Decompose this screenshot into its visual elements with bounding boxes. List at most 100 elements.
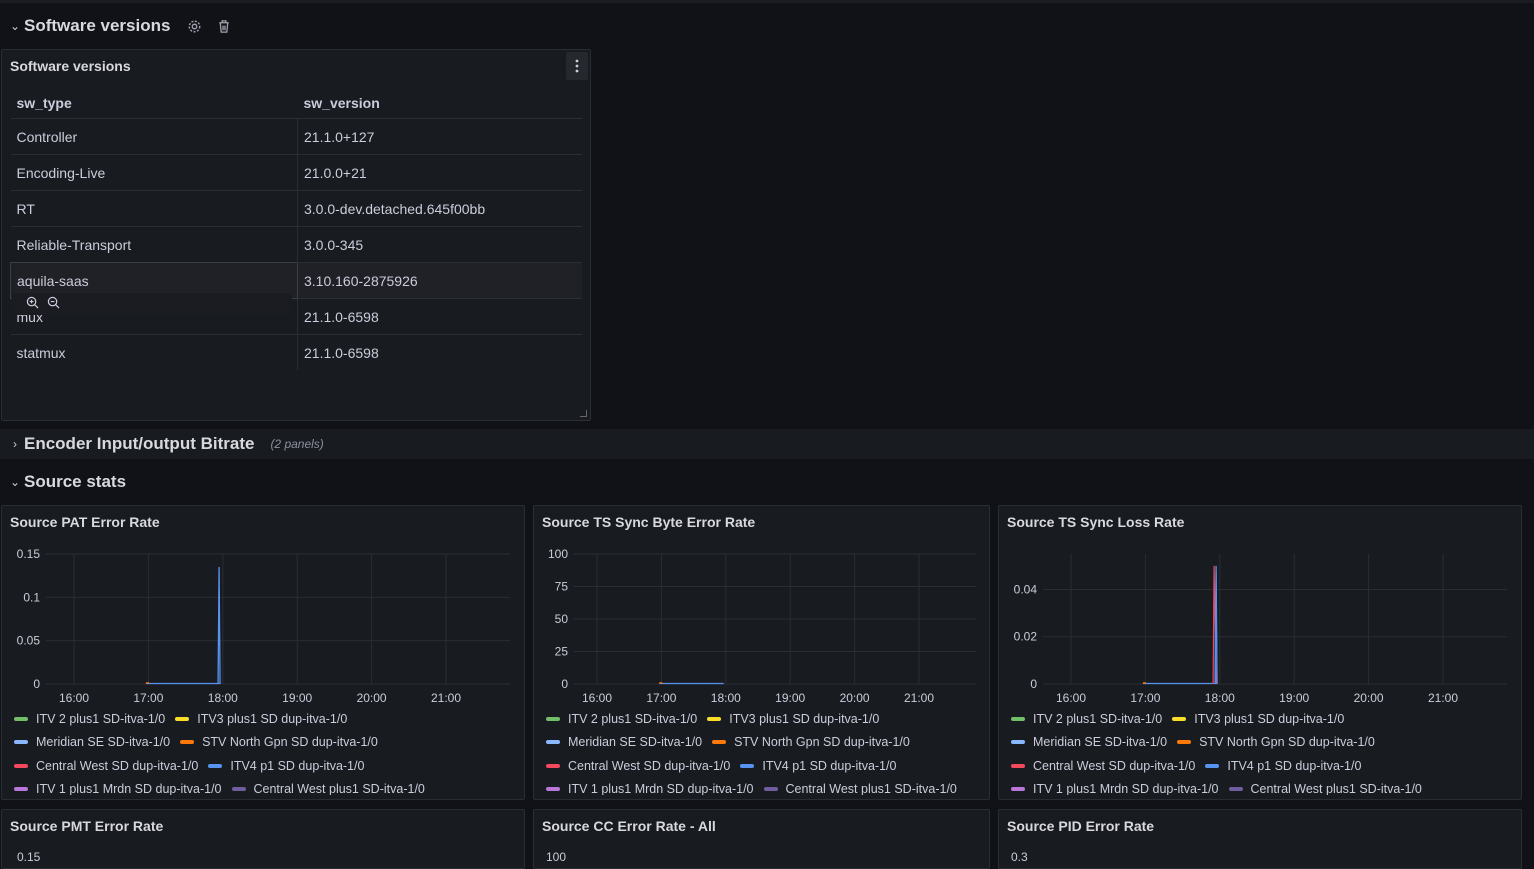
- legend-item[interactable]: ITV 1 plus1 Mrdn SD dup-itva-1/0: [1011, 782, 1219, 795]
- legend-label: ITV3 plus1 SD dup-itva-1/0: [1194, 711, 1345, 726]
- panel-title: Source TS Sync Loss Rate: [1007, 514, 1185, 530]
- zoom-in-icon[interactable]: [26, 296, 39, 312]
- legend-item[interactable]: Meridian SE SD-itva-1/0: [1011, 735, 1167, 749]
- panel-menu-button[interactable]: [566, 52, 588, 80]
- legend-swatch: [546, 740, 560, 745]
- legend-item[interactable]: ITV4 p1 SD dup-itva-1/0: [1205, 759, 1361, 773]
- table-cell: RT: [10, 190, 298, 227]
- legend-item[interactable]: ITV 1 plus1 Mrdn SD dup-itva-1/0: [14, 782, 222, 795]
- row-title[interactable]: Software versions: [24, 16, 170, 36]
- legend-item[interactable]: Central West plus1 SD-itva-1/0: [1228, 782, 1422, 795]
- legend-label: Central West plus1 SD-itva-1/0: [785, 782, 957, 795]
- legend-item[interactable]: Central West plus1 SD-itva-1/0: [231, 782, 425, 795]
- legend-item[interactable]: Central West SD dup-itva-1/0: [14, 759, 198, 773]
- source-ts-sync-loss-rate-panel: Source TS Sync Loss Rate 0 0.02 0.04 16:00 1…: [998, 505, 1522, 800]
- source-cc-error-rate-panel: Source CC Error Rate - All 100: [533, 809, 990, 869]
- legend-item[interactable]: ITV 2 plus1 SD-itva-1/0: [546, 712, 697, 726]
- chart-legend: ITV 2 plus1 SD-itva-1/0 ITV3 plus1 SD dup…: [2, 707, 526, 795]
- y-tick-label: 0.02: [1014, 630, 1038, 644]
- x-tick-label: 19:00: [282, 691, 312, 705]
- x-tick-label: 20:00: [357, 691, 387, 705]
- legend-label: Central West SD dup-itva-1/0: [36, 758, 199, 773]
- software-versions-panel: Software versions sw_type sw_version Con…: [1, 49, 591, 421]
- legend-swatch: [1172, 716, 1187, 721]
- trash-icon[interactable]: [214, 16, 234, 36]
- chart-plot[interactable]: 0 0.02 0.04 16:00 17:00 18:00 19:00 20:00 21:00: [999, 542, 1523, 712]
- row-header-source-stats[interactable]: ⌄ Source stats: [0, 468, 1534, 496]
- chevron-down-icon[interactable]: ⌄: [8, 19, 22, 33]
- y-tick-label: 0: [33, 677, 40, 691]
- legend-item[interactable]: Central West SD dup-itva-1/0: [1011, 759, 1195, 773]
- legend-label: STV North Gpn SD dup-itva-1/0: [202, 735, 378, 750]
- legend-label: Meridian SE SD-itva-1/0: [36, 735, 171, 750]
- legend-item[interactable]: Meridian SE SD-itva-1/0: [546, 735, 702, 749]
- legend-swatch: [1011, 740, 1025, 745]
- legend-swatch: [208, 763, 223, 768]
- legend-swatch: [546, 787, 560, 792]
- row-header-software-versions[interactable]: ⌄ Software versions: [0, 12, 1534, 40]
- legend-item[interactable]: ITV 2 plus1 SD-itva-1/0: [14, 712, 165, 726]
- x-tick-label: 16:00: [59, 691, 89, 705]
- row-title[interactable]: Encoder Input/output Bitrate: [24, 434, 254, 454]
- legend-swatch: [1011, 763, 1025, 768]
- legend-swatch: [14, 740, 28, 745]
- legend-row: ITV 2 plus1 SD-itva-1/0 ITV3 plus1 SD dup…: [546, 707, 991, 731]
- x-tick-label: 16:00: [582, 691, 612, 705]
- legend-label: STV North Gpn SD dup-itva-1/0: [734, 735, 910, 750]
- legend-label: STV North Gpn SD dup-itva-1/0: [1199, 735, 1375, 750]
- legend-row: ITV 1 plus1 Mrdn SD dup-itva-1/0 Central …: [546, 778, 991, 795]
- resize-handle[interactable]: [580, 410, 587, 417]
- legend-label: ITV 2 plus1 SD-itva-1/0: [568, 711, 698, 726]
- legend-item[interactable]: ITV3 plus1 SD dup-itva-1/0: [1172, 712, 1344, 726]
- legend-row: Central West SD dup-itva-1/0 ITV4 p1 SD d…: [1011, 754, 1511, 778]
- column-header-sw-version[interactable]: sw_version: [298, 88, 583, 119]
- legend-item[interactable]: Central West plus1 SD-itva-1/0: [763, 782, 957, 795]
- panel-title: Source PAT Error Rate: [10, 514, 160, 530]
- legend-item[interactable]: ITV 1 plus1 Mrdn SD dup-itva-1/0: [546, 782, 754, 795]
- legend-item[interactable]: ITV4 p1 SD dup-itva-1/0: [740, 759, 896, 773]
- row-title[interactable]: Source stats: [24, 472, 126, 492]
- chart-plot[interactable]: 0 0.05 0.1 0.15 16:00 17:00 18:00 19:00 20:00 21:…: [2, 542, 526, 712]
- zoom-out-icon[interactable]: [47, 296, 60, 312]
- legend-swatch: [763, 787, 778, 792]
- legend-row: Meridian SE SD-itva-1/0 STV North Gpn SD …: [14, 731, 514, 755]
- y-tick-label: 0: [1030, 677, 1037, 691]
- legend-item[interactable]: STV North Gpn SD dup-itva-1/0: [712, 735, 910, 749]
- row-header-encoder-bitrate[interactable]: › Encoder Input/output Bitrate (2 panels…: [0, 429, 1534, 459]
- legend-label: ITV4 p1 SD dup-itva-1/0: [762, 758, 897, 773]
- legend-item[interactable]: STV North Gpn SD dup-itva-1/0: [180, 735, 378, 749]
- legend-swatch: [180, 740, 195, 745]
- legend-item[interactable]: ITV 2 plus1 SD-itva-1/0: [1011, 712, 1162, 726]
- chart-plot[interactable]: 0 25 50 75 100 16:00 17:00 18:00 19:00 20:00 21:00: [534, 542, 991, 712]
- chevron-right-icon[interactable]: ›: [8, 437, 22, 451]
- legend-label: ITV 1 plus1 Mrdn SD dup-itva-1/0: [1033, 782, 1219, 795]
- source-pmt-error-rate-panel: Source PMT Error Rate 0.15: [1, 809, 525, 869]
- legend-item[interactable]: Central West SD dup-itva-1/0: [546, 759, 730, 773]
- legend-label: Meridian SE SD-itva-1/0: [568, 735, 703, 750]
- row-panel-count: (2 panels): [270, 437, 324, 451]
- gear-icon[interactable]: [184, 16, 204, 36]
- chevron-down-icon[interactable]: ⌄: [8, 475, 22, 489]
- legend-item[interactable]: Meridian SE SD-itva-1/0: [14, 735, 170, 749]
- source-pid-error-rate-panel: Source PID Error Rate 0.3: [998, 809, 1522, 869]
- x-tick-label: 20:00: [840, 691, 870, 705]
- legend-label: ITV 2 plus1 SD-itva-1/0: [36, 711, 166, 726]
- software-versions-table: sw_type sw_version Controller 21.1.0+127 …: [10, 88, 582, 370]
- legend-item[interactable]: STV North Gpn SD dup-itva-1/0: [1177, 735, 1375, 749]
- legend-label: Central West SD dup-itva-1/0: [1033, 758, 1196, 773]
- legend-label: ITV3 plus1 SD dup-itva-1/0: [729, 711, 880, 726]
- x-tick-label: 18:00: [1205, 691, 1235, 705]
- y-tick-label: 100: [548, 547, 568, 561]
- x-tick-label: 17:00: [1130, 691, 1160, 705]
- legend-item[interactable]: ITV4 p1 SD dup-itva-1/0: [208, 759, 364, 773]
- y-tick-label: 0.15: [17, 547, 41, 561]
- legend-item[interactable]: ITV3 plus1 SD dup-itva-1/0: [175, 712, 347, 726]
- y-tick-label: 0.04: [1014, 582, 1038, 596]
- legend-item[interactable]: ITV3 plus1 SD dup-itva-1/0: [707, 712, 879, 726]
- legend-swatch: [712, 740, 727, 745]
- legend-label: ITV4 p1 SD dup-itva-1/0: [1227, 758, 1362, 773]
- column-header-sw-type[interactable]: sw_type: [11, 88, 298, 119]
- legend-row: Meridian SE SD-itva-1/0 STV North Gpn SD …: [1011, 731, 1511, 755]
- table-cell: 3.10.160-2875926: [297, 262, 582, 299]
- legend-row: ITV 1 plus1 Mrdn SD dup-itva-1/0 Central …: [14, 778, 514, 795]
